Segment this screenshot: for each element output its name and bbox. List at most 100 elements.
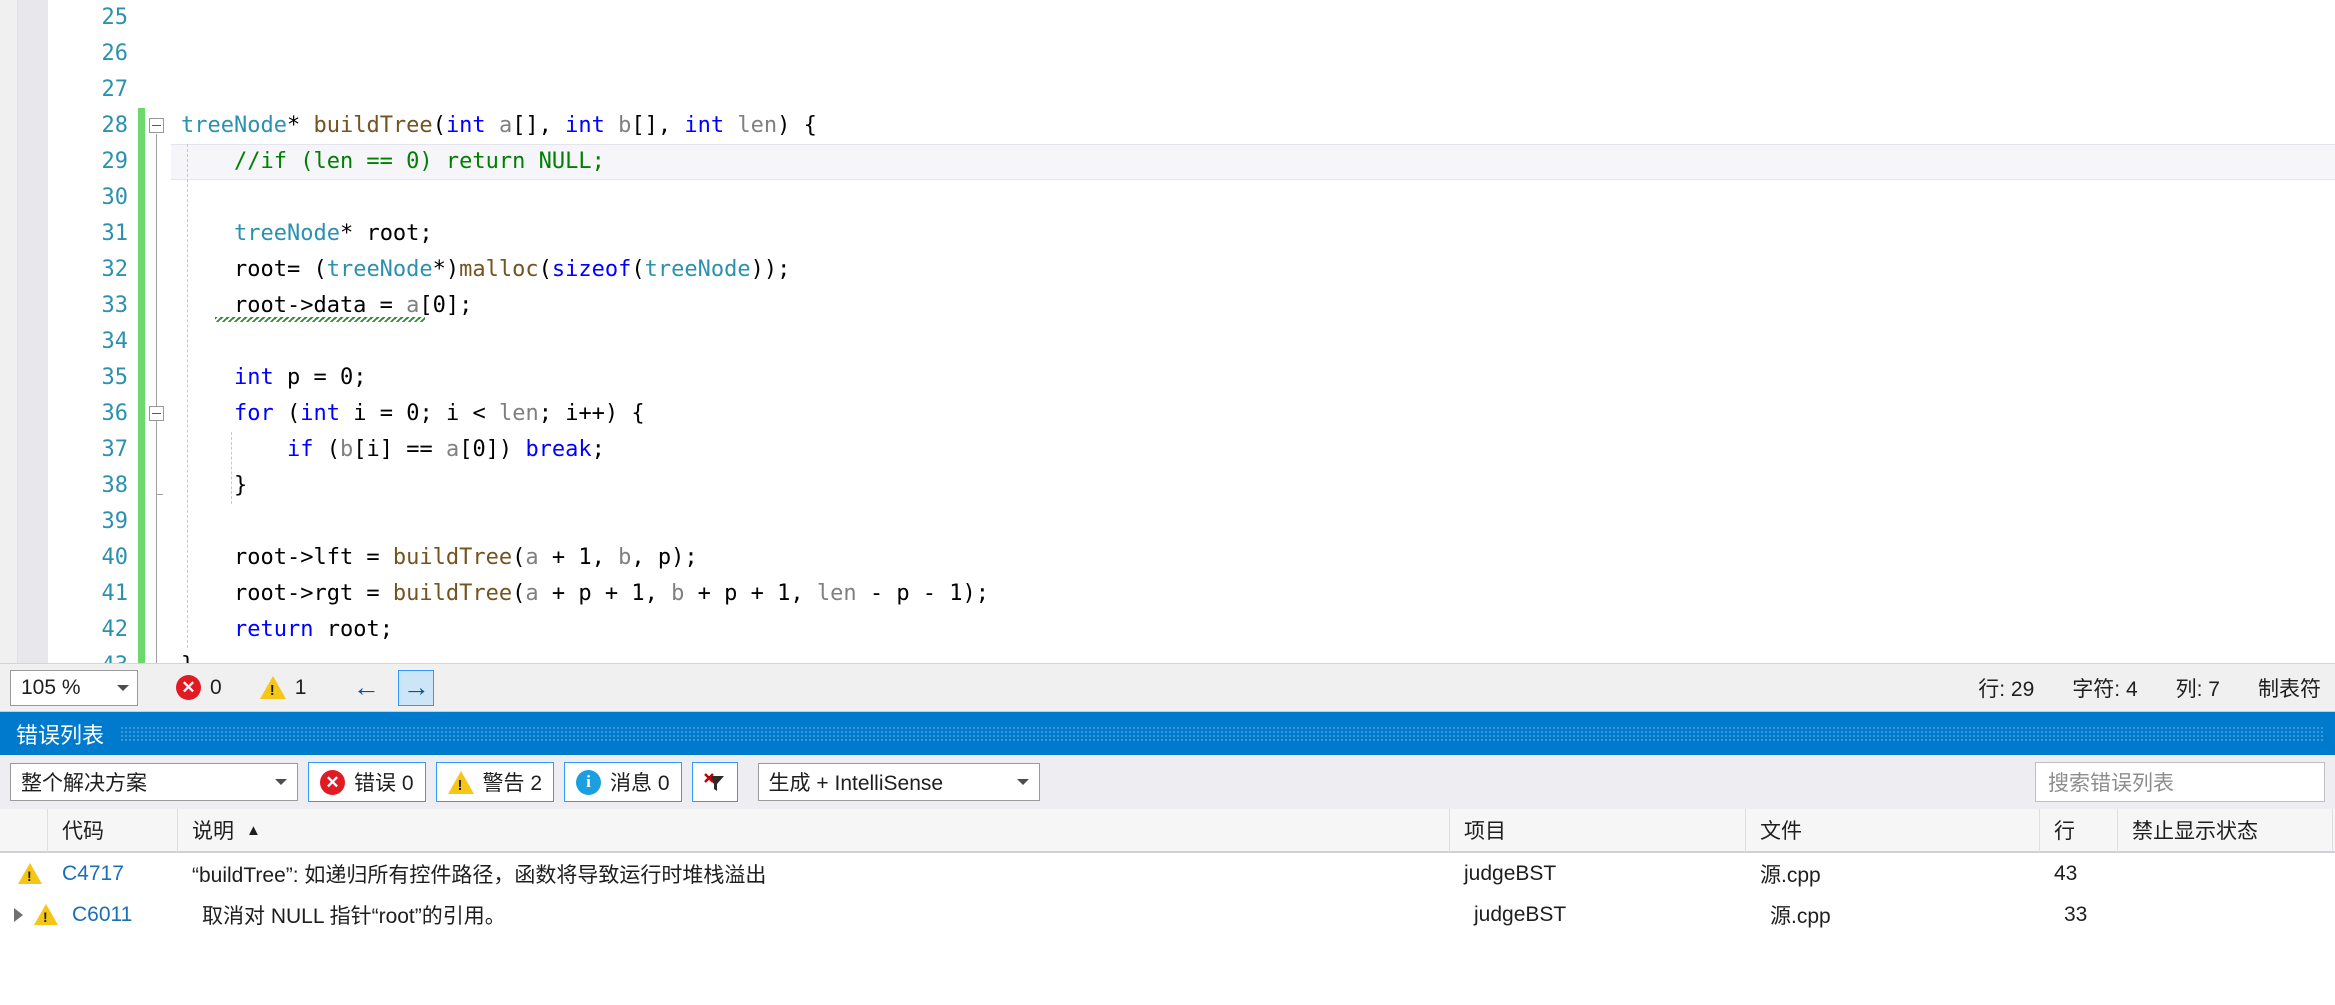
code-token: , [644,581,672,606]
code-line[interactable]: return root; [171,612,2335,648]
code-token: [ [459,437,473,462]
indicator-margin[interactable] [18,0,48,663]
column-header[interactable]: 代码 [48,809,178,852]
code-token: ); [962,581,990,606]
row-file-text: 源.cpp [1770,904,1831,928]
table-row[interactable]: C4717 “buildTree”: 如递归所有控件路径，函数将导致运行时堆栈溢出… [0,853,2335,894]
code-line[interactable]: root->lft = buildTree(a + 1, b, p); [171,540,2335,576]
row-project: judgeBST [1460,894,1756,935]
code-token: int [565,113,605,138]
code-line[interactable]: root= (treeNode*)malloc(sizeof(treeNode)… [171,252,2335,288]
code-line[interactable]: } [171,468,2335,504]
line-number: 31 [101,221,129,246]
code-token: b [618,113,632,138]
code-token: root->data = [181,293,407,318]
row-line-text: 33 [2064,902,2088,926]
code-token: - p - [856,581,950,606]
code-token: a [498,113,513,138]
code-token: root= ( [181,257,327,282]
code-token: *) [432,257,460,282]
zoom-level-value: 105 % [21,675,81,699]
scope-combobox[interactable]: 整个解决方案 [10,763,298,801]
search-placeholder-text: 搜索错误列表 [2048,772,2174,795]
code-token: } [181,473,248,498]
status-warning-count[interactable]: 1 [259,676,306,700]
code-token: treeNode [233,221,340,246]
line-number: 42 [101,617,129,642]
line-number: 35 [101,365,129,390]
code-line[interactable] [171,72,2335,108]
title-drag-dots[interactable] [120,725,2325,742]
code-line[interactable]: root->data = a[0]; [171,288,2335,324]
code-token: buildTree [313,113,433,138]
table-row[interactable]: C6011 取消对 NULL 指针“root”的引用。 judgeBST 源.cpp 3… [0,894,2335,935]
column-header[interactable]: 行 [2040,809,2118,852]
messages-toggle-label: 消息 0 [610,772,670,795]
indent-guide [187,144,188,648]
code-token: [], [512,113,566,138]
code-line[interactable]: treeNode* root; [171,216,2335,252]
collapse-region-icon[interactable] [149,118,164,133]
code-token: len [816,581,857,606]
code-token: + p + [684,581,778,606]
row-file: 源.cpp [1756,894,2050,935]
build-source-combobox[interactable]: 生成 + IntelliSense [757,763,1040,801]
error-list-title-bar[interactable]: 错误列表 [0,712,2335,755]
column-header[interactable]: 文件 [1746,809,2040,852]
code-line[interactable]: int p = 0; [171,360,2335,396]
errors-toggle-button[interactable]: ✕ 错误 0 [308,762,426,802]
column-header-label: 说明 [192,820,234,843]
code-line[interactable] [171,0,2335,36]
column-header[interactable]: 项目 [1450,809,1746,852]
next-issue-button[interactable]: → [398,669,435,706]
code-line[interactable]: for (int i = 0; i < len; i++) { [171,396,2335,432]
column-header[interactable]: 说明 ▲ [178,809,1450,852]
status-error-count[interactable]: ✕ 0 [176,675,222,700]
expand-row-icon[interactable] [14,907,23,922]
code-line[interactable]: treeNode* buildTree(int a[], int b[], in… [171,108,2335,144]
search-error-list-input[interactable]: 搜索错误列表 [2035,762,2325,802]
line-number: 37 [101,437,129,462]
clear-filter-button[interactable] [691,762,738,802]
row-severity-cell[interactable] [0,853,48,894]
code-line-current[interactable]: //if (len == 0) return NULL; [171,144,2335,180]
code-text-area[interactable]: treeNode* buildTree(int a[], int b[], in… [171,0,2335,663]
line-number: 36 [101,401,129,426]
error-list-header-row[interactable]: 代码 说明 ▲ 项目 文件 行 禁止显示状态 [0,809,2335,853]
fold-region-line [156,134,157,663]
code-line[interactable] [171,324,2335,360]
code-token: p = [273,365,340,390]
column-header-label: 代码 [62,820,104,843]
code-line[interactable] [171,36,2335,72]
code-line[interactable]: if (b[i] == a[0]) break; [171,432,2335,468]
code-folding-margin[interactable] [145,0,171,663]
line-number-gutter: 25 26 27 28 29 30 31 32 33 34 35 36 37 38 39 40 41 42 43 [48,0,138,663]
code-token: ( [432,113,446,138]
code-token: )); [750,257,791,282]
warnings-toggle-button[interactable]: 警告 2 [435,762,555,802]
changed-lines-marker [138,108,145,663]
column-header[interactable] [0,809,48,852]
zoom-level-combobox[interactable]: 105 % [10,669,138,706]
row-severity-cell[interactable] [0,894,58,935]
code-line[interactable] [171,180,2335,216]
code-token: i = [339,401,407,426]
code-line[interactable] [171,504,2335,540]
code-line[interactable]: root->rgt = buildTree(a + p + 1, b + p +… [171,576,2335,612]
error-list-body[interactable]: C4717 “buildTree”: 如递归所有控件路径，函数将导致运行时堆栈溢出… [0,853,2335,935]
column-header[interactable]: 禁止显示状态 [2118,809,2333,852]
info-circle-icon: i [576,769,602,795]
line-number: 34 [101,329,129,354]
collapse-region-icon[interactable] [149,406,164,421]
code-editor[interactable]: 25 26 27 28 29 30 31 32 33 34 35 36 37 38 39 40 41 42 43 t… [0,0,2335,663]
code-line[interactable]: } [171,648,2335,663]
change-tracking-bar [138,0,145,663]
code-token: , [591,545,619,570]
messages-toggle-button[interactable]: i 消息 0 [564,762,682,802]
previous-issue-button[interactable]: ← [348,670,384,706]
code-token: a [406,293,420,318]
code-token: b [339,437,354,462]
line-number: 26 [101,41,129,66]
code-token: } [181,653,194,663]
